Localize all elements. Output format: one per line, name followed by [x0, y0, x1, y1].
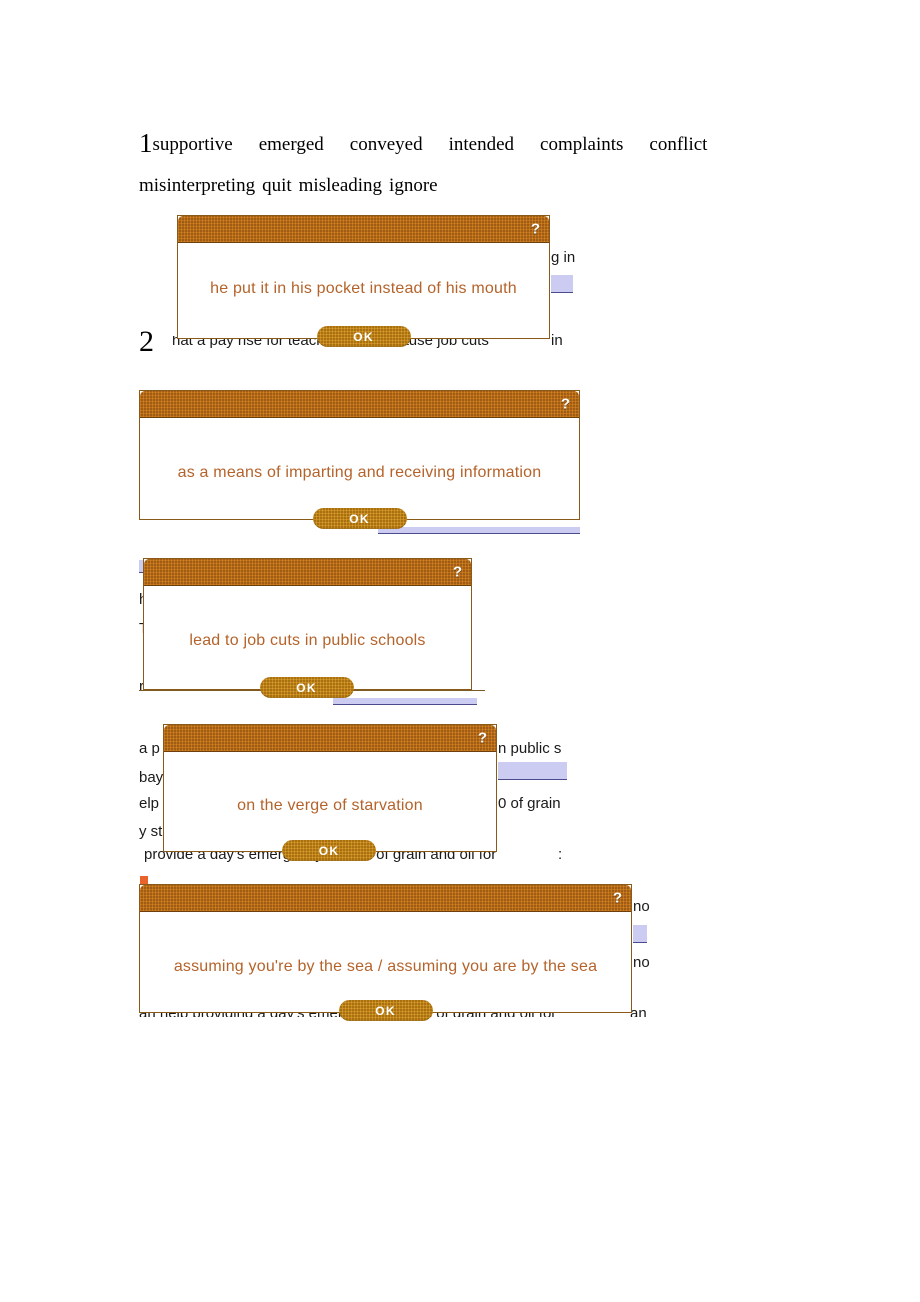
section-number-2: 2: [139, 325, 154, 358]
dialog-message: lead to job cuts in public schools: [189, 632, 426, 649]
help-icon[interactable]: ?: [453, 565, 462, 580]
background-text-fragment-g1: y st: [139, 823, 163, 840]
dialog-title-bar[interactable]: ?: [140, 885, 631, 912]
background-text-fragment-d1: a p: [139, 740, 160, 757]
dialog-body: on the verge of starvation OK: [164, 752, 496, 861]
background-text-fragment-f2: 0 of grain: [498, 795, 561, 812]
answer-blank-field: [551, 275, 573, 293]
ok-button[interactable]: OK: [312, 508, 407, 529]
help-icon[interactable]: ?: [613, 891, 622, 906]
orange-bullet-marker: [140, 876, 148, 884]
word-misleading: misleading: [298, 175, 383, 196]
background-text-fragment-h-tail: :: [558, 846, 563, 863]
dialog-body: he put it in his pocket instead of his m…: [178, 243, 549, 347]
ok-button[interactable]: OK: [316, 326, 411, 347]
ok-button[interactable]: OK: [259, 677, 354, 698]
wordlist-number: 1: [139, 128, 153, 158]
ok-button[interactable]: OK: [282, 840, 376, 861]
answer-blank-field: [633, 925, 647, 943]
dialog-message: as a means of imparting and receiving in…: [177, 464, 542, 481]
help-icon[interactable]: ?: [561, 397, 570, 412]
dialog-window-4[interactable]: ? on the verge of starvation OK: [163, 724, 497, 861]
dialog-body: lead to job cuts in public schools OK: [144, 586, 471, 698]
ok-button[interactable]: OK: [338, 1000, 433, 1021]
word-conveyed: conveyed: [349, 134, 423, 155]
dialog-title-bar[interactable]: ?: [178, 216, 549, 243]
word-misinterpreting: misinterpreting: [139, 175, 256, 196]
word-supportive: supportive: [152, 134, 233, 155]
clipped-text-row-3-tail: an: [630, 1008, 646, 1017]
dialog-window-5[interactable]: ? assuming you're by the sea / assuming …: [139, 884, 632, 1021]
answer-blank-field: [498, 762, 567, 780]
dialog-title-bar[interactable]: ?: [164, 725, 496, 752]
background-text-fragment-d2: n public s: [498, 740, 562, 757]
background-text-fragment-j-tail: an: [630, 1008, 646, 1017]
answer-blank-field: [333, 698, 477, 705]
dialog-window-3[interactable]: ? lead to job cuts in public schools OK: [143, 558, 472, 698]
help-icon[interactable]: ?: [478, 731, 487, 746]
help-icon[interactable]: ?: [531, 222, 540, 237]
dialog-message: assuming you're by the sea / assuming yo…: [173, 958, 598, 975]
background-text-fragment-a: g in: [551, 249, 576, 266]
word-ignore: ignore: [389, 175, 438, 196]
dialog-title-bar[interactable]: ?: [144, 559, 471, 586]
word-intended: intended: [448, 134, 515, 155]
answer-blank-field: [378, 527, 580, 534]
background-text-fragment-b-tail: in: [551, 332, 563, 349]
word-emerged: emerged: [258, 134, 324, 155]
word-conflict: conflict: [649, 134, 708, 155]
dialog-body: as a means of imparting and receiving in…: [140, 418, 579, 529]
dialog-body: assuming you're by the sea / assuming yo…: [140, 912, 631, 1021]
dialog-window-2[interactable]: ? as a means of imparting and receiving …: [139, 390, 580, 529]
document-page: 1supportive emerged conveyed intended compla…: [0, 0, 920, 1302]
dialog-message: on the verge of starvation: [237, 797, 423, 814]
background-text-fragment-i2: no: [633, 954, 650, 971]
dialog-message: he put it in his pocket instead of his m…: [210, 280, 517, 297]
word-complaints: complaints: [540, 134, 624, 155]
dialog-window-1[interactable]: ? he put it in his pocket instead of his…: [177, 215, 550, 347]
background-text-fragment-f1: elp: [139, 795, 160, 812]
word-quit: quit: [262, 175, 292, 196]
dialog-title-bar[interactable]: ?: [140, 391, 579, 418]
background-text-fragment-i1: no: [633, 898, 650, 915]
background-text-fragment-e1: bay: [139, 769, 164, 786]
vocabulary-word-list: 1supportive emerged conveyed intended compla…: [139, 124, 799, 206]
